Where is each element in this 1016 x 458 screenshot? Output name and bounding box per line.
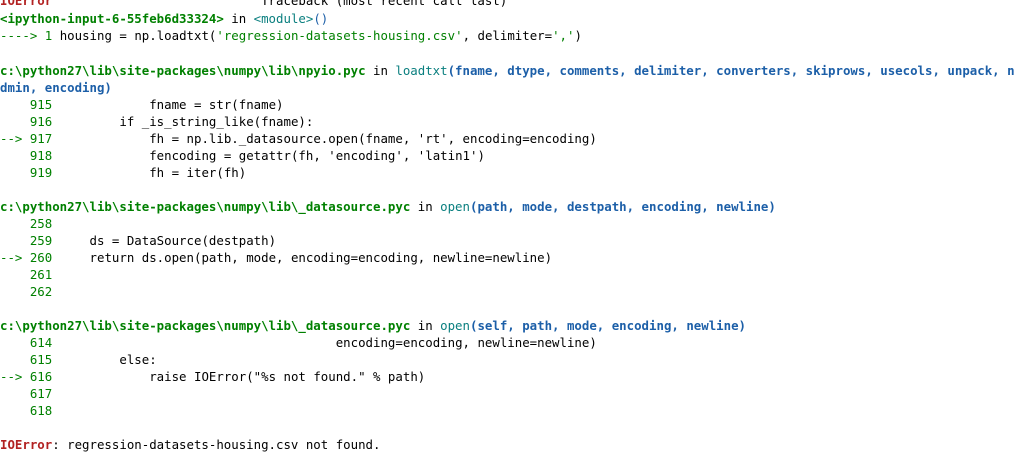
code-line: 261 bbox=[0, 266, 60, 283]
arrow-marker bbox=[0, 97, 30, 112]
frame-function: <module> bbox=[253, 11, 314, 26]
code-line: 617 bbox=[0, 385, 60, 402]
code-line: 918 fencoding = getattr(fh, 'encoding', … bbox=[0, 147, 485, 164]
traceback-header: IOError Traceback (most recent call last… bbox=[0, 0, 507, 9]
traceback-output: IOError Traceback (most recent call last… bbox=[0, 0, 1016, 458]
line-number: 618 bbox=[29, 403, 53, 418]
arrow-marker: --> bbox=[0, 131, 30, 146]
code-line: 262 bbox=[0, 283, 60, 300]
code-text: raise IOError("%s not found." % path) bbox=[59, 369, 426, 384]
code-text: fh = iter(fh) bbox=[59, 165, 247, 180]
arrow-marker bbox=[0, 114, 30, 129]
frame-args: (fname, dtype, comments, delimiter, conv… bbox=[447, 63, 1015, 78]
arrow-marker bbox=[0, 352, 30, 367]
code-line: --> 260 return ds.open(path, mode, encod… bbox=[0, 249, 552, 266]
code-line: 618 bbox=[0, 402, 60, 419]
line-number: 258 bbox=[29, 216, 53, 231]
frame-path: c:\python27\lib\site-packages\numpy\lib\… bbox=[0, 318, 411, 333]
arrow-marker bbox=[0, 148, 30, 163]
arrow-marker bbox=[0, 233, 30, 248]
error-name: IOError bbox=[0, 437, 53, 452]
frame-header: c:\python27\lib\site-packages\numpy\lib\… bbox=[0, 63, 1015, 78]
line-number: 262 bbox=[29, 284, 53, 299]
arrow-marker bbox=[0, 165, 30, 180]
code-text: return ds.open(path, mode, encoding=enco… bbox=[59, 250, 553, 265]
frame-path: c:\python27\lib\site-packages\numpy\lib\… bbox=[0, 63, 366, 78]
arrow-marker: --> bbox=[0, 250, 30, 265]
frame-source: <ipython-input-6-55feb6d33324> bbox=[0, 11, 224, 26]
frame-args: (self, path, mode, encoding, newline) bbox=[469, 318, 746, 333]
code-line: 615 else: bbox=[0, 351, 157, 368]
code-text: if _is_string_like(fname): bbox=[59, 114, 314, 129]
code-text: encoding=encoding, newline=newline) bbox=[59, 335, 597, 350]
frame-function: open bbox=[440, 318, 470, 333]
frame-function: open bbox=[440, 199, 470, 214]
line-number: 919 bbox=[29, 165, 53, 180]
arrow-marker bbox=[0, 403, 30, 418]
arrow-marker bbox=[0, 335, 30, 350]
traceback-label: Traceback (most recent call last) bbox=[261, 0, 508, 8]
arrow-marker bbox=[0, 267, 30, 282]
line-number: 915 bbox=[29, 97, 53, 112]
code-line: 614 encoding=encoding, newline=newline) bbox=[0, 334, 597, 351]
code-text: ds = DataSource(destpath) bbox=[59, 233, 277, 248]
code-text: else: bbox=[59, 352, 157, 367]
line-number: 614 bbox=[29, 335, 53, 350]
code-line: --> 616 raise IOError("%s not found." % … bbox=[0, 368, 425, 385]
line-number: 615 bbox=[29, 352, 53, 367]
error-name: IOError bbox=[0, 0, 53, 8]
line-number: 918 bbox=[29, 148, 53, 163]
arrow-marker: --> bbox=[0, 369, 30, 384]
code-text: fh = np.lib._datasource.open(fname, 'rt'… bbox=[59, 131, 597, 146]
line-number: 916 bbox=[29, 114, 53, 129]
line-number: 617 bbox=[29, 386, 53, 401]
line-number: 260 bbox=[29, 250, 53, 265]
arrow-marker bbox=[0, 284, 30, 299]
code-line: 916 if _is_string_like(fname): bbox=[0, 113, 314, 130]
code-text: fname = str(fname) bbox=[59, 97, 284, 112]
frame-path: c:\python27\lib\site-packages\numpy\lib\… bbox=[0, 199, 411, 214]
frame-header-cont: dmin, encoding) bbox=[0, 80, 112, 95]
arrow-marker: ----> bbox=[0, 28, 38, 43]
frame-header: c:\python27\lib\site-packages\numpy\lib\… bbox=[0, 318, 746, 333]
code-line: 258 bbox=[0, 215, 60, 232]
line-number: 917 bbox=[29, 131, 53, 146]
code-line: ----> 1 housing = np.loadtxt('regression… bbox=[0, 28, 582, 43]
frame-header: <ipython-input-6-55feb6d33324> in <modul… bbox=[0, 11, 329, 26]
code-line: 259 ds = DataSource(destpath) bbox=[0, 232, 276, 249]
line-number: 616 bbox=[29, 369, 53, 384]
code-text: fencoding = getattr(fh, 'encoding', 'lat… bbox=[59, 148, 485, 163]
error-message-line: IOError: regression-datasets-housing.csv… bbox=[0, 436, 380, 453]
code-line: --> 917 fh = np.lib._datasource.open(fna… bbox=[0, 130, 597, 147]
frame-args: (path, mode, destpath, encoding, newline… bbox=[469, 199, 776, 214]
error-message: : regression-datasets-housing.csv not fo… bbox=[52, 437, 381, 452]
line-number: 261 bbox=[29, 267, 53, 282]
code-line: 919 fh = iter(fh) bbox=[0, 164, 246, 181]
arrow-marker bbox=[0, 216, 30, 231]
frame-function: loadtxt bbox=[395, 63, 448, 78]
line-number: 259 bbox=[29, 233, 53, 248]
code-line: 915 fname = str(fname) bbox=[0, 96, 284, 113]
arrow-marker bbox=[0, 386, 30, 401]
frame-header: c:\python27\lib\site-packages\numpy\lib\… bbox=[0, 199, 776, 214]
